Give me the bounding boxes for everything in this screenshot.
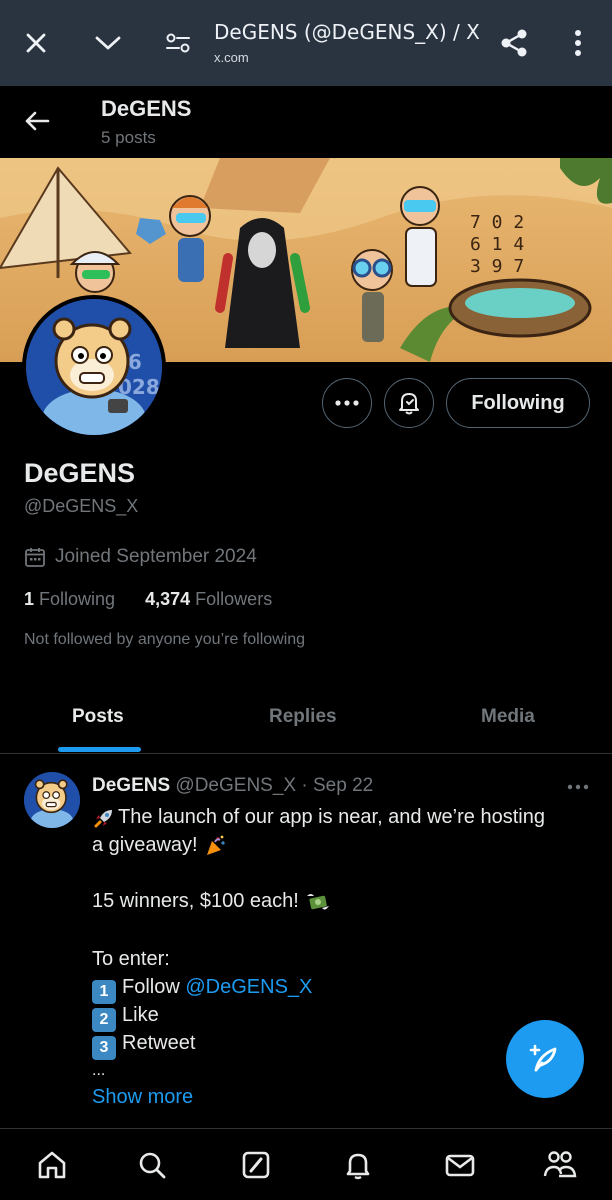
money-with-wings-emoji-icon (306, 893, 329, 910)
post-author-name[interactable]: DeGENS (92, 775, 170, 796)
post-ellipsis: ... (92, 1062, 106, 1079)
follow-counts: 1 Following 4,374 Followers (24, 589, 272, 610)
compose-post-button[interactable] (506, 1020, 584, 1098)
bottom-navigation (0, 1128, 612, 1200)
browser-toolbar: DeGENS (@DeGENS_X) / X x.com (0, 0, 612, 86)
tab-posts[interactable]: Posts (72, 706, 124, 728)
post-text-line: a giveaway! (92, 832, 230, 858)
post-author-handle[interactable]: @DeGENS_X (175, 775, 296, 796)
active-tab-indicator (58, 747, 141, 752)
post-author-avatar[interactable] (24, 772, 80, 828)
svg-text:3 9 7: 3 9 7 (470, 256, 524, 277)
joined-date-text: Joined September 2024 (55, 546, 257, 567)
party-popper-emoji-icon (206, 835, 225, 855)
profile-top-bar: DeGENS 5 posts (0, 86, 612, 158)
tab-replies[interactable]: Replies (269, 706, 337, 728)
notifications-icon[interactable] (340, 1147, 376, 1183)
bell-plus-icon (399, 393, 419, 415)
post-date[interactable]: Sep 22 (313, 775, 373, 796)
post-step-3: 3 Retweet (92, 1030, 195, 1060)
more-horizontal-icon (335, 400, 359, 406)
notifications-bell-button[interactable] (384, 378, 434, 428)
joined-date: Joined September 2024 (24, 544, 257, 570)
profile-name: DeGENS (24, 458, 136, 488)
compose-feather-icon (529, 1044, 557, 1072)
page-settings-icon[interactable] (160, 25, 196, 61)
browser-page-title: DeGENS (@DeGENS_X) / X (214, 20, 480, 44)
keycap-1-icon: 1 (92, 980, 116, 1004)
keycap-3-icon: 3 (92, 1036, 116, 1060)
share-icon[interactable] (496, 25, 532, 61)
home-icon[interactable] (34, 1147, 70, 1183)
chevron-down-icon[interactable] (90, 25, 126, 61)
tabs-divider (0, 753, 612, 754)
more-options-button[interactable] (322, 378, 372, 428)
show-more-link[interactable]: Show more (92, 1086, 193, 1109)
post-separator: · (301, 775, 308, 796)
messages-icon[interactable] (442, 1147, 478, 1183)
followers-you-know: Not followed by anyone you’re following (24, 631, 306, 648)
post-step-2: 2 Like (92, 1002, 159, 1032)
profile-handle: @DeGENS_X (24, 496, 139, 516)
post-text-line: To enter: (92, 948, 170, 970)
grok-icon[interactable] (238, 1147, 274, 1183)
more-vertical-icon[interactable] (560, 25, 596, 61)
close-icon[interactable] (18, 25, 54, 61)
header-posts-count: 5 posts (101, 128, 156, 147)
post-text-line: 15 winners, $100 each! (92, 888, 333, 914)
following-button[interactable]: Following (446, 378, 590, 428)
communities-icon[interactable] (542, 1147, 578, 1183)
tab-media[interactable]: Media (481, 706, 535, 728)
keycap-2-icon: 2 (92, 1008, 116, 1032)
svg-text:7 0 2: 7 0 2 (470, 212, 524, 233)
rocket-emoji-icon (94, 809, 112, 828)
mention-link[interactable]: @DeGENS_X (185, 976, 312, 998)
header-profile-name: DeGENS (101, 96, 192, 121)
post-step-1: 1 Follow @DeGENS_X (92, 974, 312, 1004)
post-header: DeGENS @DeGENS_X · Sep 22 (92, 775, 373, 797)
calendar-icon (25, 548, 45, 567)
following-link[interactable]: 1 Following (24, 589, 115, 609)
post-text-line: The launch of our app is near, and we’re… (92, 804, 545, 830)
browser-url[interactable]: x.com (214, 50, 249, 65)
profile-avatar[interactable]: 56 028 (22, 295, 166, 439)
svg-text:6 1 4: 6 1 4 (470, 234, 524, 255)
post-more-icon[interactable] (564, 778, 592, 796)
search-icon[interactable] (134, 1147, 170, 1183)
followers-link[interactable]: 4,374 Followers (145, 589, 272, 609)
back-arrow-icon[interactable] (20, 104, 54, 138)
